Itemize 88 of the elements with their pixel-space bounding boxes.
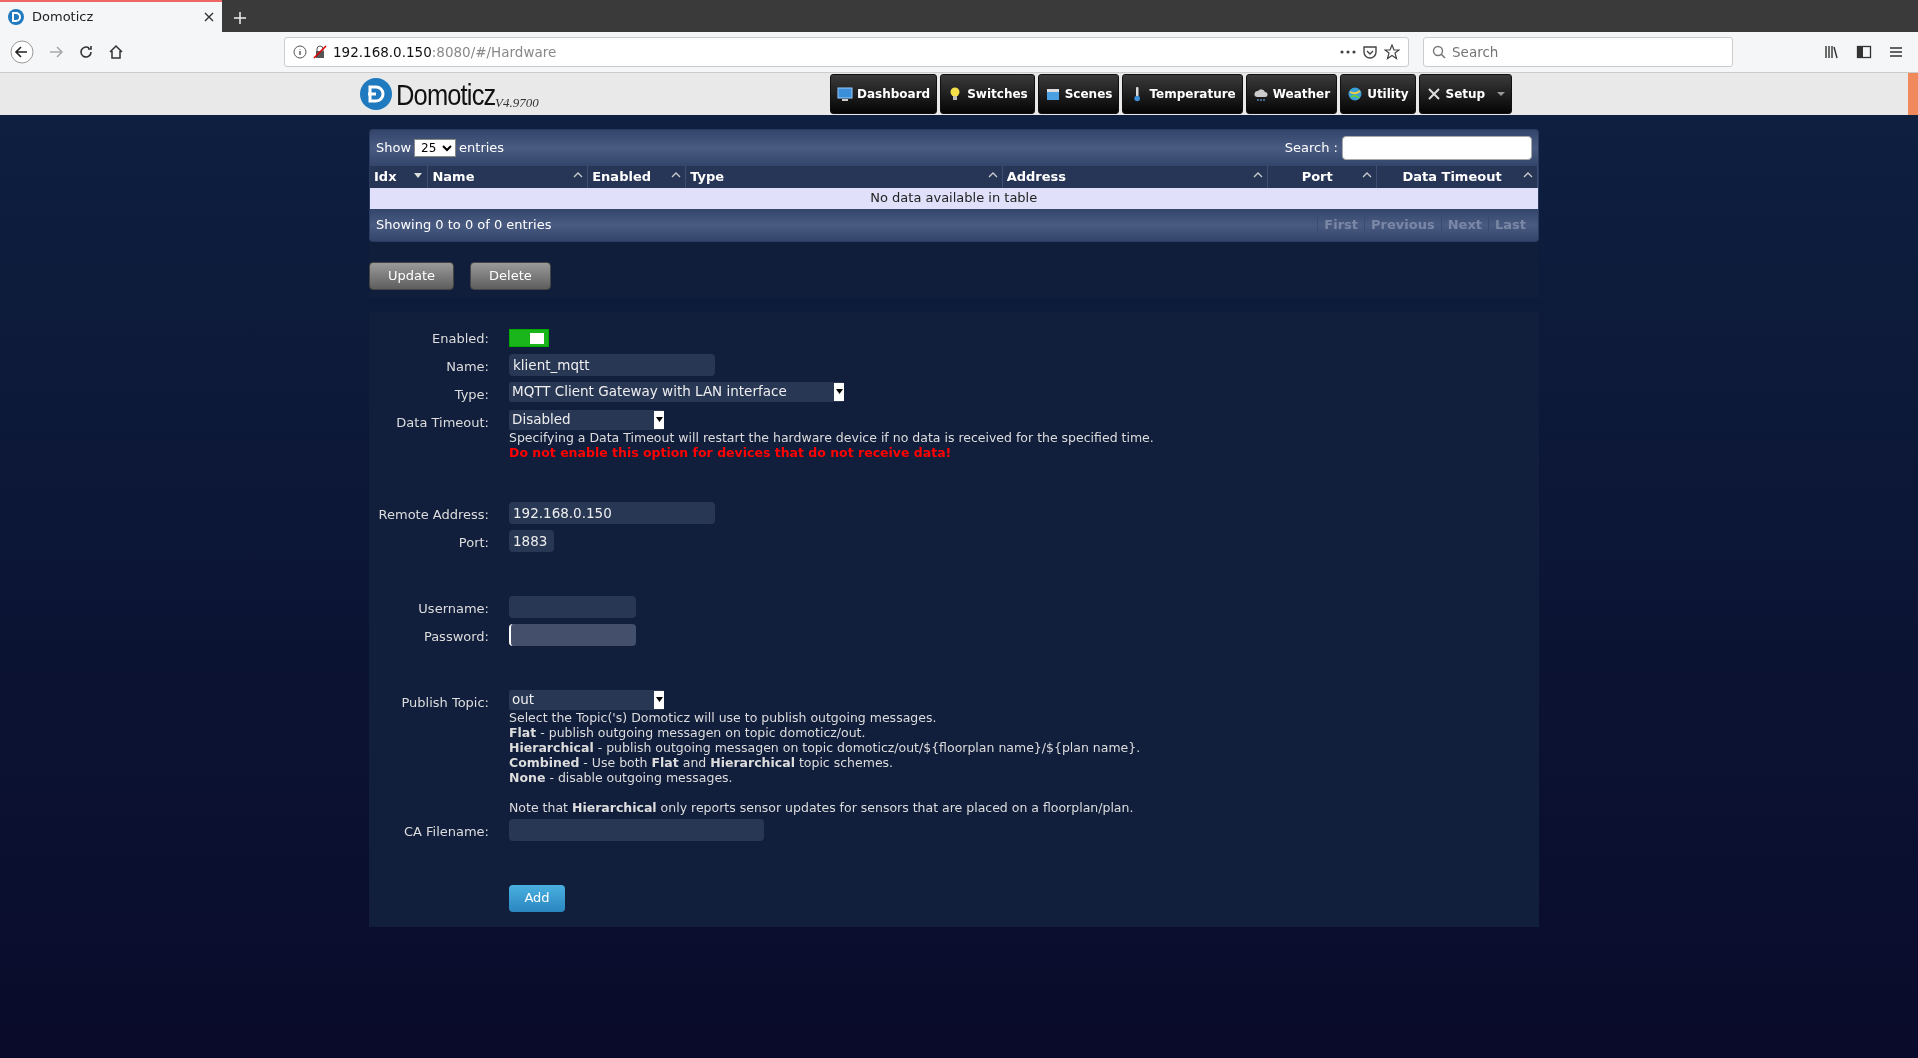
field-label: Name: (445, 357, 489, 376)
field-label: Publish Topic: (400, 693, 489, 712)
field-label: CA Filename: (402, 822, 489, 841)
action-button[interactable]: Delete (470, 261, 551, 290)
input-field[interactable]: 1883 (509, 529, 554, 552)
sort-up-icon (671, 171, 682, 179)
star-icon[interactable] (1384, 44, 1400, 60)
sort-up-icon (1523, 171, 1533, 179)
help-text: Select the Topic('s) Domoticz will use to publish outgoing messages. (509, 709, 938, 725)
library-icon[interactable] (1824, 44, 1840, 60)
show-label: Show (376, 139, 412, 158)
help-text: Combined - Use both Flat and Hierarchical topic schemes. (509, 754, 894, 770)
tab-title: Domoticz (32, 8, 95, 27)
insecure-lock-icon (313, 45, 327, 59)
field-label: Data Timeout: (395, 413, 489, 432)
nav-tab[interactable]: Switches (940, 74, 1035, 114)
sort-up-icon (1253, 171, 1264, 179)
caret-icon (1497, 92, 1506, 96)
forward-arrow-icon (48, 44, 64, 60)
field-label: Type: (453, 385, 489, 404)
sort-up-icon (987, 171, 998, 179)
column-header[interactable]: Name (427, 166, 588, 188)
field-label: Username: (417, 599, 489, 618)
search-field[interactable]: Search (1423, 37, 1733, 67)
pocket-icon[interactable] (1362, 44, 1378, 60)
input-field[interactable] (509, 818, 764, 841)
help-text: Note that Hierarchical only reports sensor updates for sensors that are placed on a floorplan/plan. (509, 799, 1135, 815)
field-label: Port: (457, 533, 489, 552)
plus-icon (234, 11, 246, 24)
field-label: Remote Address: (377, 505, 489, 524)
empty-message: No data available in table (370, 187, 1538, 209)
select-field[interactable]: out (509, 689, 664, 710)
dropdown-arrow-icon (655, 697, 663, 702)
close-icon[interactable] (204, 12, 214, 22)
sort-down-icon (413, 171, 424, 179)
help-text: None - disable outgoing messages. (509, 769, 734, 785)
table-search-field[interactable] (1342, 136, 1532, 160)
action-button[interactable]: Update (369, 261, 455, 290)
reload-icon (78, 44, 94, 60)
more-icon[interactable] (1340, 50, 1356, 54)
field-label: Enabled: (431, 329, 489, 348)
input-field[interactable]: klient_mqtt (509, 353, 715, 376)
search-label: Search : (1284, 139, 1338, 158)
nav-tab[interactable]: Weather (1245, 74, 1338, 114)
globe-icon (1347, 86, 1364, 102)
logo-icon (8, 9, 24, 25)
input-field[interactable] (509, 623, 636, 646)
column-header[interactable]: Port (1267, 166, 1377, 188)
field-label: Password: (422, 627, 489, 646)
nav-tab[interactable]: Dashboard (830, 74, 938, 114)
column-header[interactable]: Idx (370, 166, 428, 188)
search-icon (1432, 45, 1446, 59)
cloud-icon (1252, 86, 1269, 102)
nav-tab[interactable]: Utility (1340, 74, 1416, 114)
monitor-icon (837, 86, 853, 102)
sidebar-icon[interactable] (1856, 44, 1872, 60)
sort-up-icon (573, 171, 584, 179)
url-text: 192.168.0.150:8080/#/Hardware (333, 42, 558, 62)
entries-info: Showing 0 to 0 of 0 entries (376, 215, 552, 234)
warning-text: Do not enable this option for devices that do not receive data! (509, 444, 953, 460)
dropdown-arrow-icon (835, 389, 843, 394)
help-text: Hierarchical - publish outgoing messagen on topic domoticz/out/${floorplan name}/${plan name}. (509, 739, 1141, 755)
sort-up-icon (1362, 171, 1373, 179)
home-icon (108, 44, 124, 60)
logo-icon (360, 78, 392, 110)
dropdown-arrow-icon (655, 417, 663, 422)
column-header[interactable]: Type (685, 166, 1003, 188)
column-header[interactable]: Address (1002, 166, 1268, 188)
browser-tab[interactable]: Domoticz (0, 0, 222, 32)
info-icon (293, 45, 307, 59)
logo-text: Domoticz (396, 76, 496, 113)
nav-tab[interactable]: Temperature (1122, 74, 1243, 114)
input-field[interactable]: 192.168.0.150 (509, 501, 715, 524)
version-text: V4.9700 (495, 95, 539, 112)
help-text: Specifying a Data Timeout will restart the hardware device if no data is received for the specified time. (509, 429, 1154, 445)
nav-tab[interactable]: Setup (1418, 74, 1513, 114)
address-bar[interactable]: 192.168.0.150:8080/#/Hardware (284, 37, 1409, 67)
column-header[interactable]: Enabled (587, 166, 686, 188)
entries-label: entries (459, 139, 505, 158)
select-field[interactable]: Disabled (509, 409, 664, 430)
toggle-switch[interactable] (509, 328, 549, 347)
select-field[interactable]: MQTT Client Gateway with LAN interface (509, 381, 844, 402)
nav-tab[interactable]: Scenes (1037, 74, 1120, 114)
column-header[interactable]: Data Timeout (1376, 166, 1538, 188)
input-field[interactable] (509, 595, 636, 618)
help-text: Flat - publish outgoing messagen on topic domoticz/out. (509, 724, 867, 740)
page-size-select[interactable]: 25 (414, 139, 457, 157)
menu-icon[interactable] (1888, 44, 1904, 60)
